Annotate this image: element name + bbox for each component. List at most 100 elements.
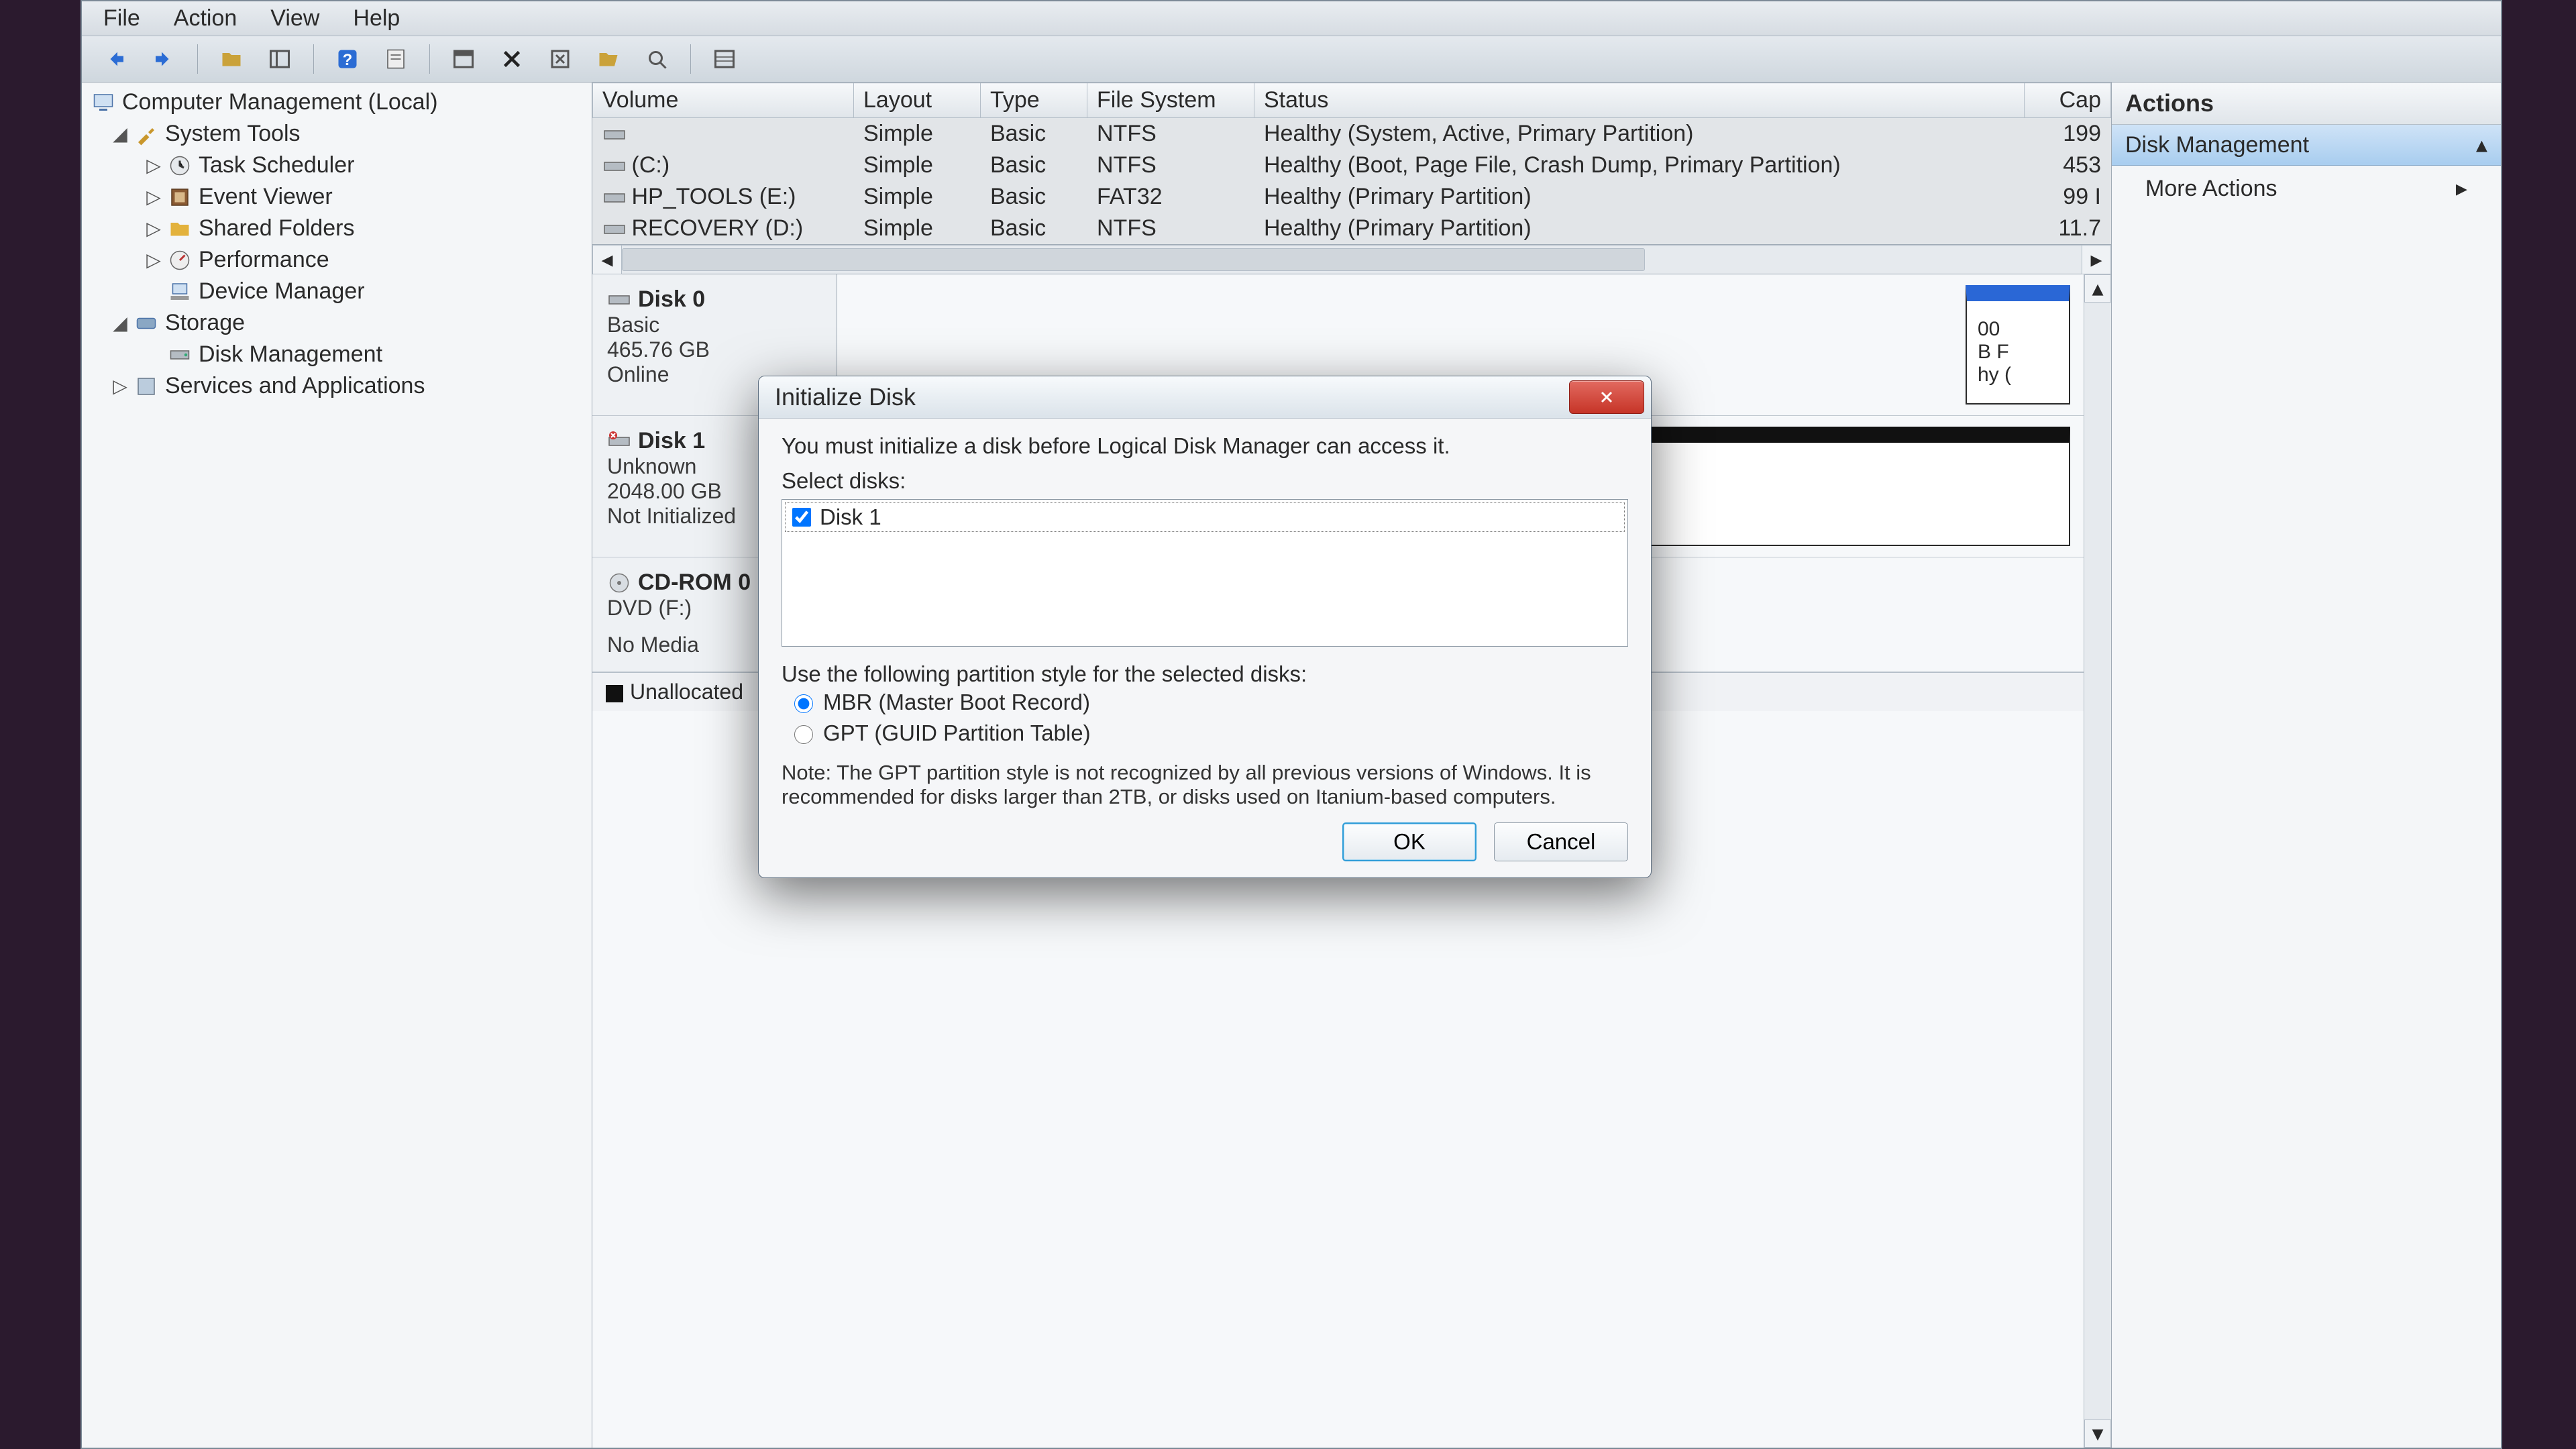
tree-services[interactable]: ▷ Services and Applications xyxy=(82,370,592,402)
cell-volume xyxy=(593,118,854,150)
gpt-option[interactable]: GPT (GUID Partition Table) xyxy=(782,718,1628,749)
tree-performance[interactable]: ▷ Performance xyxy=(82,244,592,276)
tree-task-scheduler[interactable]: ▷ Task Scheduler xyxy=(82,150,592,181)
tree-device-manager[interactable]: Device Manager xyxy=(82,276,592,307)
more-actions[interactable]: More Actions ▸ xyxy=(2112,166,2501,211)
dialog-title: Initialize Disk xyxy=(775,383,916,411)
cell-layout: Simple xyxy=(854,150,981,181)
cell-capacity: 11.7 xyxy=(2025,213,2111,244)
col-type[interactable]: Type xyxy=(981,83,1087,118)
help-button[interactable]: ? xyxy=(330,42,365,76)
rescan-button[interactable] xyxy=(639,42,674,76)
volume-table[interactable]: Volume Layout Type File System Status Ca… xyxy=(592,83,2111,244)
show-hide-tree-button[interactable] xyxy=(262,42,297,76)
cell-fs: NTFS xyxy=(1087,118,1254,150)
initialize-disk-dialog: Initialize Disk You must initialize a di… xyxy=(758,376,1652,878)
expand-icon[interactable]: ▷ xyxy=(146,217,161,239)
close-button[interactable] xyxy=(1569,380,1644,414)
ok-button[interactable]: OK xyxy=(1342,822,1477,861)
table-row[interactable]: HP_TOOLS (E:)SimpleBasicFAT32Healthy (Pr… xyxy=(593,181,2111,213)
vertical-scrollbar[interactable]: ▴ ▾ xyxy=(2084,274,2111,1448)
tree-label: Storage xyxy=(165,310,245,336)
volume-list[interactable]: Volume Layout Type File System Status Ca… xyxy=(592,83,2111,245)
open-button[interactable] xyxy=(591,42,626,76)
col-capacity[interactable]: Cap xyxy=(2025,83,2111,118)
expand-icon[interactable]: ▷ xyxy=(146,249,161,271)
tree-shared-folders[interactable]: ▷ Shared Folders xyxy=(82,213,592,244)
mbr-radio[interactable] xyxy=(794,694,813,713)
tree-system-tools[interactable]: ◢ System Tools xyxy=(82,118,592,150)
mbr-label: MBR (Master Boot Record) xyxy=(823,690,1090,715)
disk-list-item[interactable]: Disk 1 xyxy=(785,502,1625,532)
table-row[interactable]: RECOVERY (D:)SimpleBasicNTFSHealthy (Pri… xyxy=(593,213,2111,244)
properties-button[interactable] xyxy=(378,42,413,76)
dialog-body: You must initialize a disk before Logica… xyxy=(759,419,1651,877)
disk-icon xyxy=(607,288,631,312)
computer-icon xyxy=(91,91,115,115)
col-status[interactable]: Status xyxy=(1254,83,2025,118)
cell-fs: NTFS xyxy=(1087,150,1254,181)
part-line: 00 xyxy=(1978,318,2058,341)
disk-listbox[interactable]: Disk 1 xyxy=(782,499,1628,647)
list-button[interactable] xyxy=(707,42,742,76)
table-row[interactable]: SimpleBasicNTFSHealthy (System, Active, … xyxy=(593,118,2111,150)
col-volume[interactable]: Volume xyxy=(593,83,854,118)
partition-visible-fragment[interactable]: 00 B F hy ( xyxy=(1966,285,2070,405)
tree-event-viewer[interactable]: ▷ Event Viewer xyxy=(82,181,592,213)
collapse-icon[interactable]: ◢ xyxy=(113,312,127,334)
scroll-left-button[interactable]: ◂ xyxy=(592,245,622,274)
scroll-right-button[interactable]: ▸ xyxy=(2082,245,2111,274)
horizontal-scrollbar[interactable]: ◂ ▸ xyxy=(592,245,2111,274)
cell-type: Basic xyxy=(981,150,1087,181)
scroll-track[interactable] xyxy=(2084,303,2111,1419)
back-button[interactable] xyxy=(98,42,133,76)
event-icon xyxy=(168,185,192,209)
gpt-radio[interactable] xyxy=(794,725,813,744)
cancel-button[interactable]: Cancel xyxy=(1494,822,1628,861)
actions-section-header[interactable]: Disk Management ▴ xyxy=(2112,125,2501,166)
scroll-thumb[interactable] xyxy=(622,248,1645,271)
cell-layout: Simple xyxy=(854,118,981,150)
forward-button[interactable] xyxy=(146,42,181,76)
close-icon xyxy=(1599,389,1615,405)
cell-volume: (C:) xyxy=(593,150,854,181)
up-button[interactable] xyxy=(214,42,249,76)
table-row[interactable]: (C:)SimpleBasicNTFSHealthy (Boot, Page F… xyxy=(593,150,2111,181)
delete-button[interactable] xyxy=(494,42,529,76)
expand-icon[interactable]: ▷ xyxy=(146,186,161,208)
disk1-checkbox[interactable] xyxy=(792,508,811,527)
scroll-track[interactable] xyxy=(622,246,2082,274)
col-layout[interactable]: Layout xyxy=(854,83,981,118)
cell-status: Healthy (Boot, Page File, Crash Dump, Pr… xyxy=(1254,150,2025,181)
more-actions-label: More Actions xyxy=(2145,176,2277,202)
expand-icon[interactable]: ▷ xyxy=(146,154,161,176)
tree-root-label: Computer Management (Local) xyxy=(122,89,438,115)
collapse-icon[interactable]: ◢ xyxy=(113,123,127,145)
actions-pane: Actions Disk Management ▴ More Actions ▸ xyxy=(2111,83,2501,1448)
scroll-up-button[interactable]: ▴ xyxy=(2084,274,2111,303)
tree-root[interactable]: Computer Management (Local) xyxy=(82,87,592,118)
toolbar-separator xyxy=(313,44,314,74)
refresh-button[interactable] xyxy=(446,42,481,76)
settings-button[interactable] xyxy=(543,42,578,76)
dialog-note: Note: The GPT partition style is not rec… xyxy=(782,761,1628,809)
disk1-label: Disk 1 xyxy=(820,504,881,530)
expand-icon[interactable]: ▷ xyxy=(113,375,127,397)
menu-help[interactable]: Help xyxy=(353,5,400,32)
navigation-tree[interactable]: Computer Management (Local) ◢ System Too… xyxy=(82,83,592,1448)
dialog-titlebar[interactable]: Initialize Disk xyxy=(759,376,1651,419)
cell-fs: NTFS xyxy=(1087,213,1254,244)
toolbar-separator xyxy=(197,44,198,74)
cell-type: Basic xyxy=(981,181,1087,213)
tree-storage[interactable]: ◢ Storage xyxy=(82,307,592,339)
collapse-icon[interactable]: ▴ xyxy=(2476,131,2487,158)
part-line: hy ( xyxy=(1978,364,2058,386)
tree-disk-management[interactable]: Disk Management xyxy=(82,339,592,370)
partition-style-label: Use the following partition style for th… xyxy=(782,661,1628,687)
menu-file[interactable]: File xyxy=(103,5,140,32)
menu-action[interactable]: Action xyxy=(174,5,237,32)
scroll-down-button[interactable]: ▾ xyxy=(2084,1419,2111,1448)
mbr-option[interactable]: MBR (Master Boot Record) xyxy=(782,687,1628,718)
col-fs[interactable]: File System xyxy=(1087,83,1254,118)
menu-view[interactable]: View xyxy=(270,5,319,32)
